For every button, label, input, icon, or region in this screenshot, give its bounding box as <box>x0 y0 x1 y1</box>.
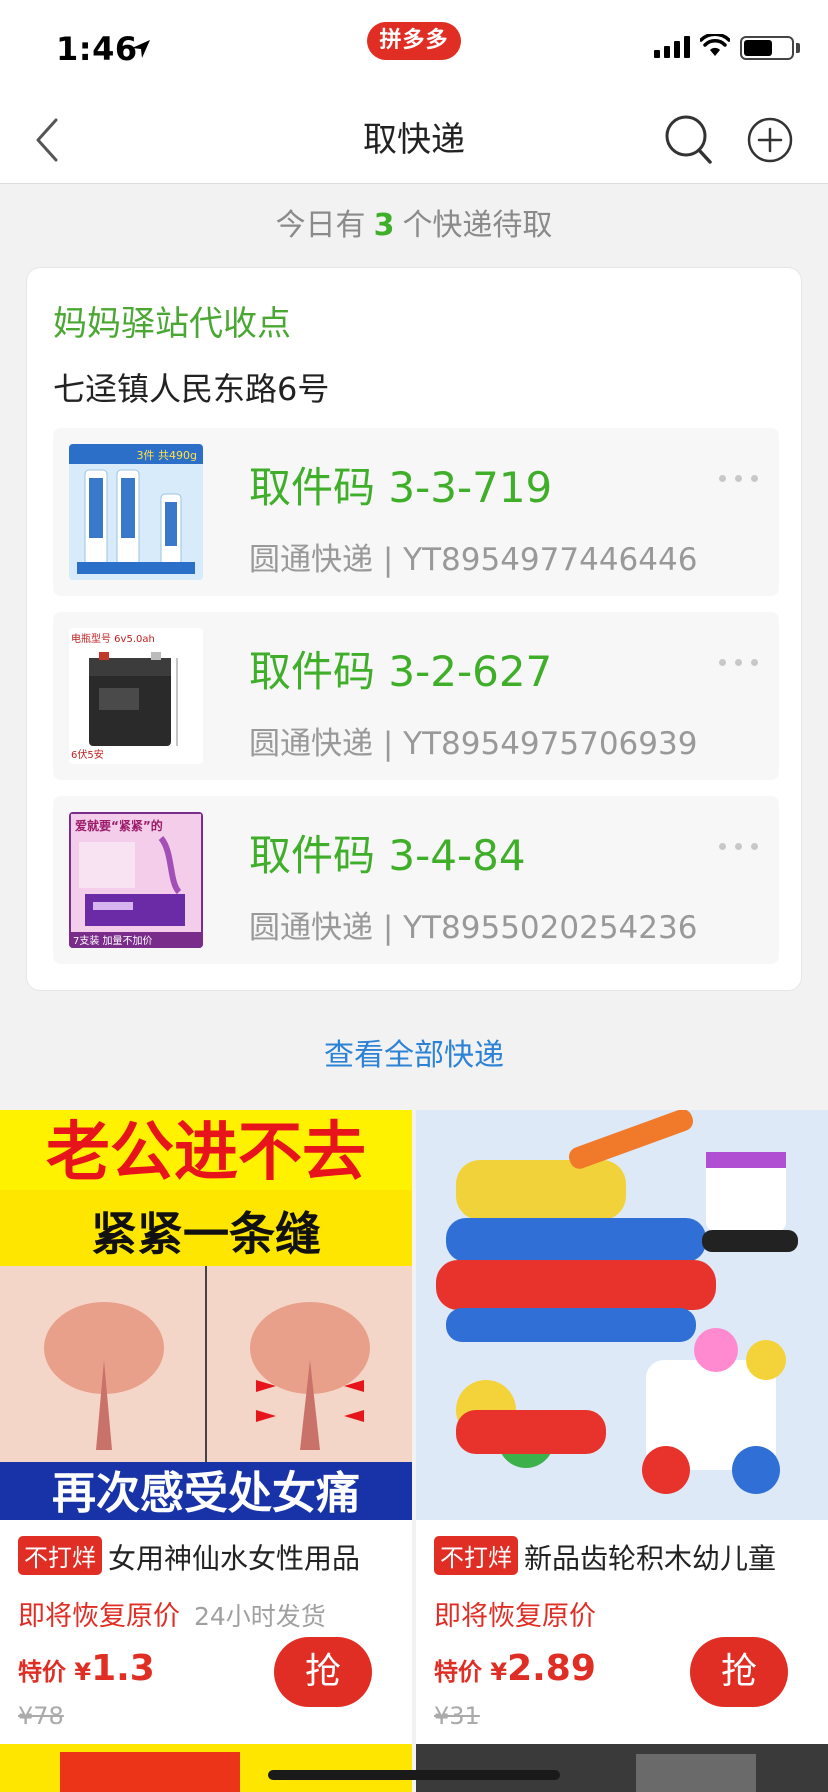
product-image[interactable]: 老公进不去 紧紧一条缝 再次感受处女痛 <box>0 1110 412 1520</box>
original-price: ¥78 <box>18 1702 64 1730</box>
pickup-code: 取件码 3-3-719 <box>249 463 553 512</box>
status-time: 1:46 <box>56 30 138 68</box>
more-options-icon[interactable] <box>719 840 763 852</box>
status-bar: 1:46 拼多多 <box>0 0 828 96</box>
parcel-item[interactable]: 爱就要“紧紧”的 7支装 加量不加价 取件码 3-4-84 圆通快递 | YT8… <box>53 796 779 964</box>
product-title: 新品齿轮积木幼儿童 <box>524 1542 777 1575</box>
tracking-number: YT8955020254236 <box>403 910 698 946</box>
price-row: 特价 ¥1.3 <box>18 1648 155 1689</box>
original-price: ¥31 <box>434 1702 480 1730</box>
thumb-caption: 爱就要“紧紧”的 <box>75 818 163 833</box>
battery-icon <box>740 36 794 60</box>
nav-bar: 取快递 <box>0 96 828 184</box>
restore-price-note: 即将恢复原价 <box>18 1601 180 1632</box>
toothpaste-product-thumb: 3件 共490g <box>69 444 203 580</box>
grab-button[interactable]: 抢 <box>274 1637 372 1707</box>
parcel-item[interactable]: 3件 共490g 取件码 3-3-719 圆通快递 | YT8954977446… <box>53 428 779 596</box>
product-card[interactable]: 老公进不去 紧紧一条缝 再次感受处女痛 不打烊 女用神仙水女性用品 即将恢复原价 2… <box>0 1110 412 1750</box>
carrier-name: 圆通快递 <box>249 910 373 946</box>
pickup-code: 取件码 3-4-84 <box>249 831 526 880</box>
product-image[interactable] <box>416 1110 828 1520</box>
image-subheadline: 紧紧一条缝 <box>91 1207 321 1261</box>
restore-price-note: 即将恢复原价 <box>434 1601 596 1632</box>
location-arrow-icon <box>132 40 150 58</box>
image-footer: 再次感受处女痛 <box>52 1468 360 1519</box>
home-indicator[interactable] <box>268 1770 560 1780</box>
product-title-row: 不打烊 女用神仙水女性用品 <box>18 1536 408 1577</box>
station-card: 妈妈驿站代收点 七迳镇人民东路6号 3件 共490g 取件码 3-3-719 圆… <box>26 267 802 991</box>
product-subline: 即将恢复原价 <box>434 1594 596 1633</box>
care-product-thumb: 爱就要“紧紧”的 7支装 加量不加价 <box>69 812 203 948</box>
pending-summary: 今日有 3 个快递待取 <box>0 200 828 244</box>
battery-product-thumb: 电瓶型号 6v5.0ah 6伏5安 <box>69 628 203 764</box>
price-value: 2.89 <box>507 1648 596 1689</box>
pickup-code: 取件码 3-2-627 <box>249 647 553 696</box>
price-label: 特价 ¥ <box>434 1658 508 1686</box>
wifi-icon <box>700 34 730 56</box>
thumb-footer: 6伏5安 <box>71 748 104 761</box>
product-card[interactable]: 不打烊 新品齿轮积木幼儿童 即将恢复原价 特价 ¥2.89 ¥31 抢 <box>416 1110 828 1750</box>
view-all-parcels-link[interactable]: 查看全部快递 <box>0 1030 828 1074</box>
price-row: 特价 ¥2.89 <box>434 1648 596 1689</box>
grab-button[interactable]: 抢 <box>690 1637 788 1707</box>
next-product-peek[interactable] <box>0 1744 412 1792</box>
search-icon[interactable] <box>664 114 714 166</box>
product-title-row: 不打烊 新品齿轮积木幼儿童 <box>434 1536 824 1577</box>
more-options-icon[interactable] <box>719 656 763 668</box>
signal-icon <box>654 36 690 58</box>
carrier-name: 圆通快递 <box>249 542 373 578</box>
summary-suffix: 个快递待取 <box>402 208 553 243</box>
parcel-meta: 圆通快递 | YT8954975706939 <box>249 726 698 762</box>
thumb-caption: 电瓶型号 6v5.0ah <box>71 632 155 645</box>
parcel-meta: 圆通快递 | YT8954977446446 <box>249 542 698 578</box>
thumb-caption: 3件 共490g <box>137 449 197 462</box>
back-chevron-icon[interactable] <box>30 116 66 164</box>
carrier-name: 圆通快递 <box>249 726 373 762</box>
more-options-icon[interactable] <box>719 472 763 484</box>
parcel-item[interactable]: 电瓶型号 6v5.0ah 6伏5安 取件码 3-2-627 圆通快递 | YT8… <box>53 612 779 780</box>
pending-count: 3 <box>373 208 395 243</box>
image-headline: 老公进不去 <box>46 1116 366 1190</box>
next-product-peek[interactable] <box>416 1744 828 1792</box>
brand-badge: 拼多多 <box>367 22 461 60</box>
station-name[interactable]: 妈妈驿站代收点 <box>53 296 291 345</box>
station-address: 七迳镇人民东路6号 <box>53 370 330 408</box>
open-24h-tag: 不打烊 <box>18 1536 102 1575</box>
tracking-number: YT8954975706939 <box>403 726 698 762</box>
summary-prefix: 今日有 <box>275 208 366 243</box>
thumb-footer: 7支装 加量不加价 <box>73 934 153 947</box>
shipping-note: 24小时发货 <box>194 1602 326 1631</box>
price-value: 1.3 <box>91 1648 155 1689</box>
open-24h-tag: 不打烊 <box>434 1536 518 1575</box>
price-label: 特价 ¥ <box>18 1658 92 1686</box>
battery-cap <box>796 43 800 53</box>
product-subline: 即将恢复原价 24小时发货 <box>18 1594 326 1633</box>
add-circle-icon[interactable] <box>746 116 794 164</box>
tracking-number: YT8954977446446 <box>403 542 698 578</box>
product-title: 女用神仙水女性用品 <box>108 1542 361 1575</box>
parcel-meta: 圆通快递 | YT8955020254236 <box>249 910 698 946</box>
